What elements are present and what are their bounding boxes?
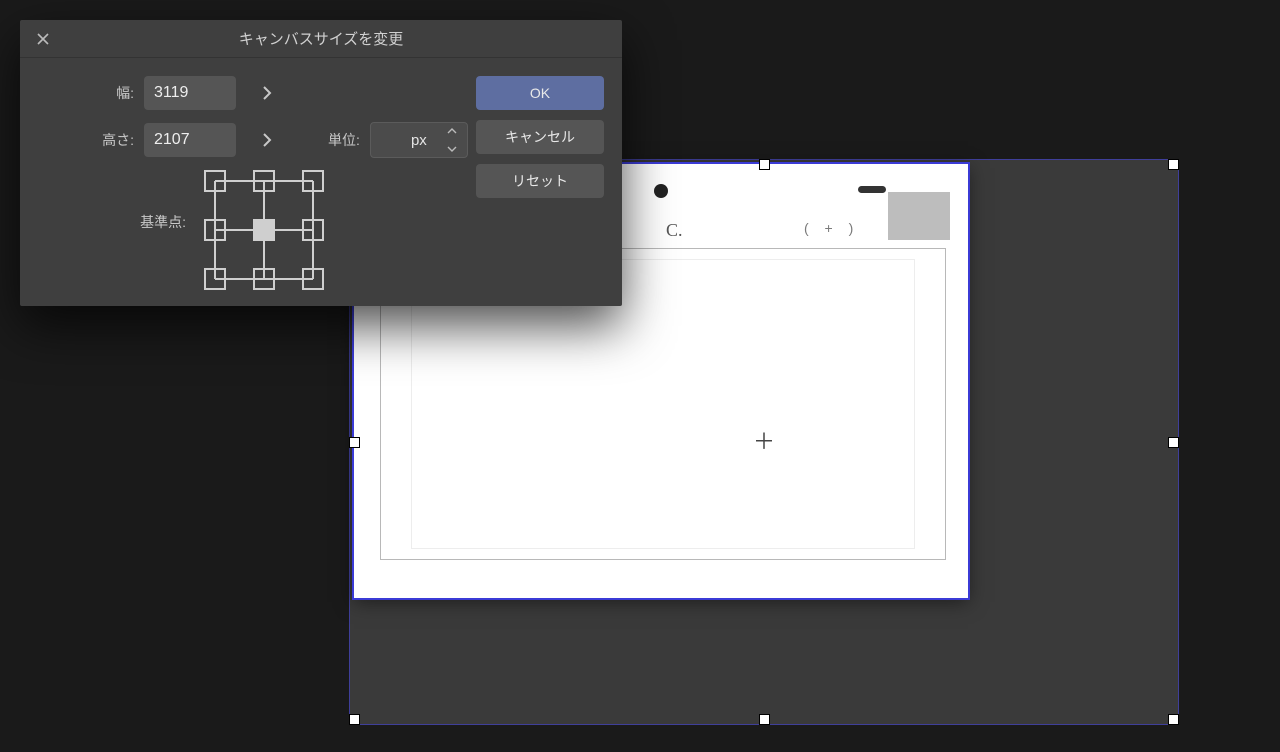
doc-dot-mark	[654, 184, 668, 198]
anchor-bottom-left[interactable]	[204, 268, 226, 290]
dialog-close-button[interactable]	[34, 30, 52, 48]
height-input[interactable]	[144, 123, 236, 157]
anchor-bottom-center[interactable]	[253, 268, 275, 290]
dialog-titlebar[interactable]: キャンバスサイズを変更	[20, 20, 622, 58]
anchor-bottom-right[interactable]	[302, 268, 324, 290]
handle-mid-right[interactable]	[1168, 437, 1179, 448]
width-label: 幅:	[32, 83, 144, 103]
dialog-button-col: OK キャンセル リセット	[476, 76, 604, 290]
doc-letter-c: C.	[666, 220, 683, 241]
height-label: 高さ:	[32, 130, 144, 150]
chevron-right-icon	[261, 85, 273, 101]
anchor-grid	[204, 170, 324, 290]
cancel-button[interactable]: キャンセル	[476, 120, 604, 154]
ok-button[interactable]: OK	[476, 76, 604, 110]
reset-button[interactable]: リセット	[476, 164, 604, 198]
anchor-mid-left[interactable]	[204, 219, 226, 241]
anchor-label: 基準点:	[32, 170, 204, 232]
unit-stepper[interactable]	[447, 127, 461, 153]
doc-pill-mark	[858, 186, 886, 193]
unit-value: px	[411, 132, 427, 149]
chevron-down-icon	[447, 145, 457, 153]
dialog-body: 幅: 高さ: 単位: px	[20, 58, 622, 308]
doc-grey-box	[888, 192, 950, 240]
chevron-right-icon	[261, 132, 273, 148]
anchor-mid-right[interactable]	[302, 219, 324, 241]
transform-center-icon: ＋	[753, 431, 775, 453]
width-input[interactable]	[144, 76, 236, 110]
height-expand-button[interactable]	[250, 123, 284, 157]
close-icon	[36, 32, 50, 46]
dialog-title: キャンバスサイズを変更	[20, 28, 622, 49]
handle-bottom-center[interactable]	[759, 714, 770, 725]
canvas-size-dialog: キャンバスサイズを変更 幅: 高さ:	[20, 20, 622, 306]
anchor-top-right[interactable]	[302, 170, 324, 192]
handle-bottom-right[interactable]	[1168, 714, 1179, 725]
width-row: 幅:	[32, 76, 476, 110]
dialog-left-col: 幅: 高さ: 単位: px	[32, 76, 476, 290]
doc-paren-text: ( + )	[804, 220, 859, 236]
anchor-row: 基準点:	[32, 170, 476, 290]
unit-label: 単位:	[328, 130, 360, 150]
unit-select[interactable]: px	[370, 122, 468, 158]
height-row: 高さ: 単位: px	[32, 122, 476, 158]
handle-bottom-left[interactable]	[349, 714, 360, 725]
handle-top-center[interactable]	[759, 159, 770, 170]
anchor-top-left[interactable]	[204, 170, 226, 192]
chevron-up-icon	[447, 127, 457, 135]
width-expand-button[interactable]	[250, 76, 284, 110]
handle-mid-left[interactable]	[349, 437, 360, 448]
handle-top-right[interactable]	[1168, 159, 1179, 170]
anchor-center[interactable]	[253, 219, 275, 241]
anchor-top-center[interactable]	[253, 170, 275, 192]
